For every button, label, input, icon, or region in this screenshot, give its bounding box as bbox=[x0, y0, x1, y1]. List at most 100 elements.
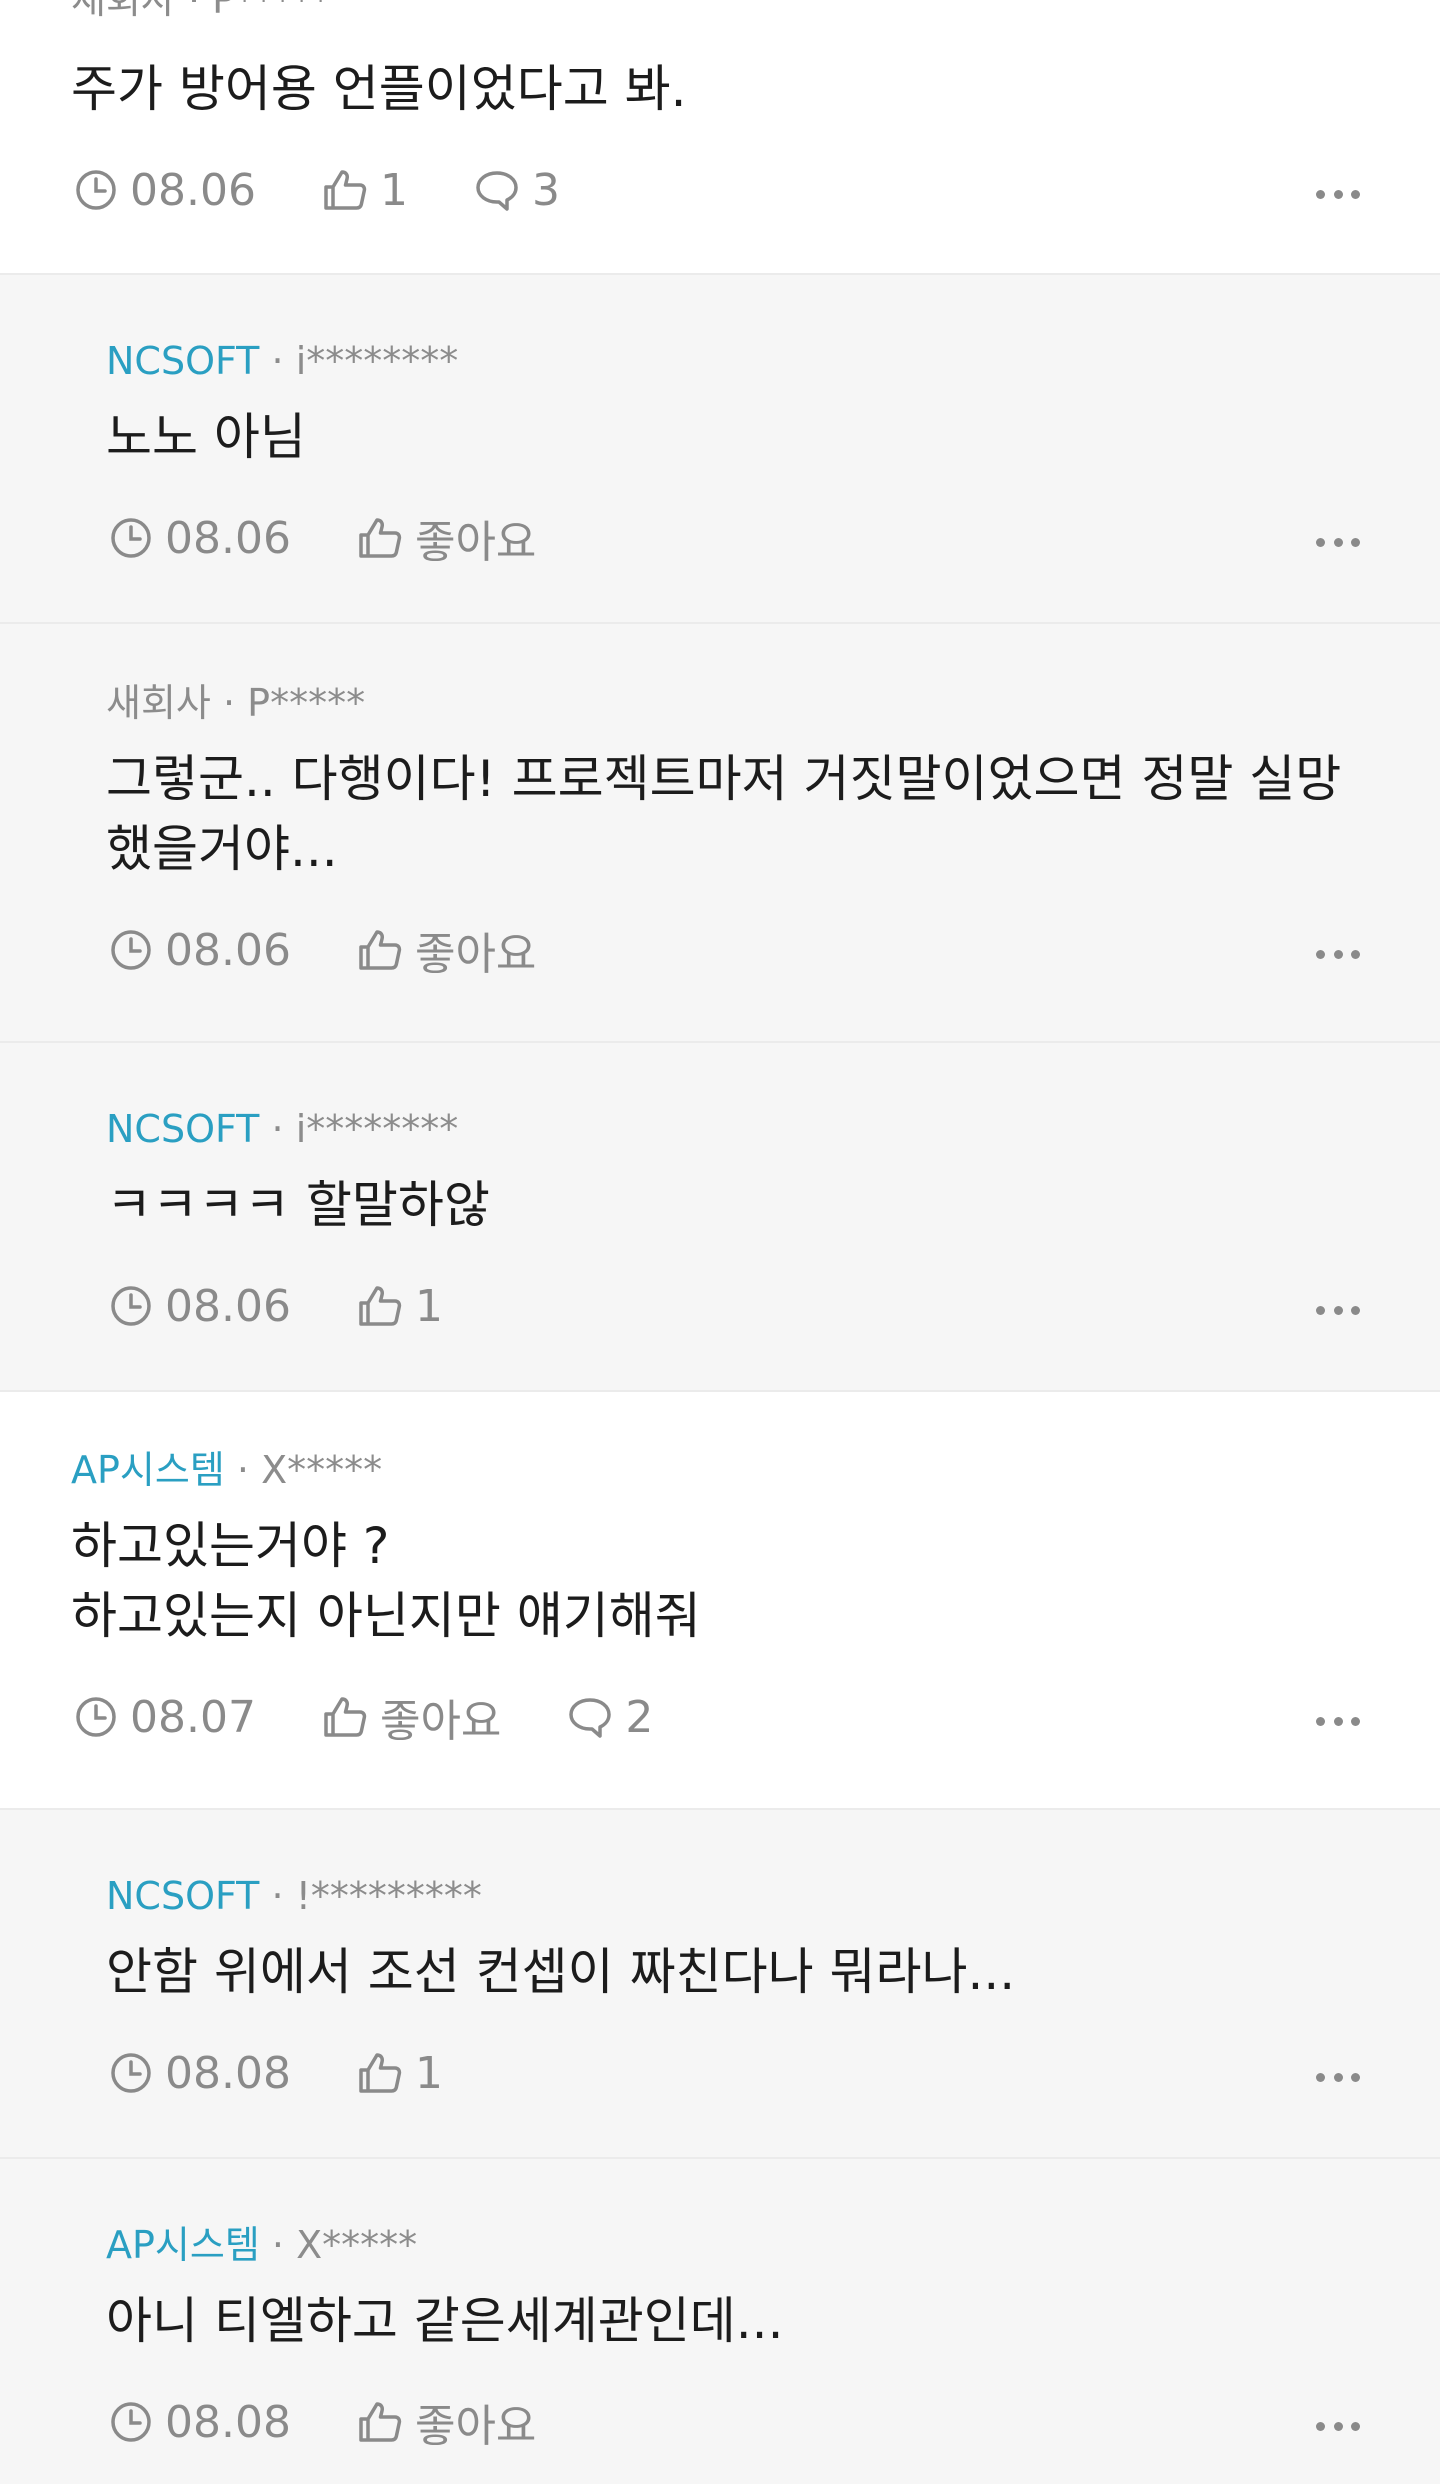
thumbs-up-icon bbox=[359, 518, 402, 558]
username: i******** bbox=[295, 1107, 459, 1151]
company-name[interactable]: NCSOFT bbox=[106, 1874, 259, 1918]
comment-actions: 08.06 좋아요 bbox=[109, 920, 602, 980]
reply-item[interactable]: NCSOFT · i******** 노노 아님 08.06 좋아요 bbox=[0, 275, 1440, 624]
thumbs-up-icon bbox=[324, 1697, 367, 1737]
clock-icon bbox=[76, 1697, 116, 1737]
date-info: 08.06 bbox=[74, 165, 256, 216]
like-button[interactable]: 1 bbox=[322, 165, 408, 216]
clock-icon bbox=[111, 2053, 151, 2093]
date-info: 08.06 bbox=[109, 513, 291, 564]
more-options-icon[interactable] bbox=[1316, 1713, 1360, 1729]
comment-text: 그렇군.. 다행이다! 프로젝트마저 거짓말이었으면 정말 실망했을거야... bbox=[106, 750, 1342, 878]
more-options-icon[interactable] bbox=[1316, 186, 1360, 202]
thumbs-up-icon bbox=[359, 2053, 402, 2093]
clock-icon bbox=[111, 2402, 151, 2442]
like-button[interactable]: 좋아요 bbox=[357, 506, 536, 570]
like-button[interactable]: 좋아요 bbox=[357, 2390, 536, 2454]
reply-button[interactable]: 3 bbox=[474, 165, 560, 216]
comment-list: 새회사 · P***** 주가 방어용 언플이었다고 봐. 08.06 1 3 … bbox=[0, 0, 1440, 2484]
reply-item[interactable]: NCSOFT · i******** ㅋㅋㅋㅋ 할말하않 08.06 1 bbox=[0, 1043, 1440, 1392]
comment-item[interactable]: AP시스템 · X***** 하고있는거야 ? 하고있는지 아닌지만 얘기해줘 … bbox=[0, 1392, 1440, 1810]
meta-separator: · bbox=[187, 0, 201, 22]
comment-meta: NCSOFT · i******** bbox=[106, 1107, 458, 1151]
comment-item[interactable]: 새회사 · P***** 주가 방어용 언플이었다고 봐. 08.06 1 3 bbox=[0, 0, 1440, 275]
username: P***** bbox=[247, 681, 366, 725]
speech-bubble-icon bbox=[569, 1698, 612, 1738]
date-info: 08.08 bbox=[109, 2397, 291, 2448]
like-count: 좋아요 bbox=[379, 1696, 502, 1747]
reply-item[interactable]: NCSOFT · !********* 안함 위에서 조선 컨셉이 짜친다나 뭐… bbox=[0, 1810, 1440, 2159]
comment-date: 08.06 bbox=[165, 1280, 291, 1332]
meta-separator: · bbox=[271, 1874, 284, 1918]
comment-text: 하고있는거야 ? 하고있는지 아닌지만 얘기해줘 bbox=[71, 1517, 701, 1645]
company-name[interactable]: 새회사 bbox=[106, 681, 211, 725]
thumbs-up-icon bbox=[359, 2402, 402, 2442]
username: X***** bbox=[261, 1448, 383, 1492]
company-name[interactable]: NCSOFT bbox=[106, 1107, 259, 1151]
more-options-icon[interactable] bbox=[1316, 2069, 1360, 2085]
company-name[interactable]: 새회사 bbox=[71, 0, 176, 22]
comment-actions: 08.08 1 bbox=[109, 2043, 509, 2103]
company-name[interactable]: NCSOFT bbox=[106, 339, 259, 383]
like-button[interactable]: 1 bbox=[357, 1281, 443, 1332]
more-options-icon[interactable] bbox=[1316, 946, 1360, 962]
date-info: 08.06 bbox=[109, 1281, 291, 1332]
comment-date: 08.07 bbox=[130, 1691, 256, 1743]
reply-count: 2 bbox=[625, 1691, 654, 1743]
comment-meta: AP시스템 · X***** bbox=[71, 1448, 382, 1492]
comment-date: 08.06 bbox=[165, 924, 291, 976]
username: i******** bbox=[295, 339, 459, 383]
reply-item[interactable]: 새회사 · P***** 그렇군.. 다행이다! 프로젝트마저 거짓말이었으면 … bbox=[0, 624, 1440, 1043]
clock-icon bbox=[111, 518, 151, 558]
comment-text: 노노 아님 bbox=[106, 408, 306, 466]
comment-meta: NCSOFT · i******** bbox=[106, 339, 458, 383]
clock-icon bbox=[111, 930, 151, 970]
comment-meta: AP시스템 · X***** bbox=[106, 2223, 417, 2267]
meta-separator: · bbox=[271, 339, 284, 383]
comment-text: ㅋㅋㅋㅋ 할말하않 bbox=[106, 1176, 490, 1234]
like-button[interactable]: 1 bbox=[357, 2048, 443, 2099]
comment-text: 아니 티엘하고 같은세계관인데... bbox=[106, 2292, 784, 2350]
meta-separator: · bbox=[222, 681, 236, 725]
date-info: 08.08 bbox=[109, 2048, 291, 2099]
more-options-icon[interactable] bbox=[1316, 1302, 1360, 1318]
clock-icon bbox=[111, 1286, 151, 1326]
like-count: 1 bbox=[379, 164, 408, 216]
comment-actions: 08.06 1 3 bbox=[74, 160, 626, 220]
comment-meta: 새회사 · P***** bbox=[106, 681, 365, 725]
comment-actions: 08.06 좋아요 bbox=[109, 508, 602, 568]
comment-actions: 08.06 1 bbox=[109, 1276, 509, 1336]
comment-actions: 08.08 좋아요 bbox=[109, 2392, 602, 2452]
clock-icon bbox=[76, 170, 116, 210]
like-button[interactable]: 좋아요 bbox=[357, 918, 536, 982]
comment-date: 08.08 bbox=[165, 2396, 291, 2448]
more-options-icon[interactable] bbox=[1316, 2418, 1360, 2434]
like-count: 1 bbox=[414, 2047, 443, 2099]
company-name[interactable]: AP시스템 bbox=[71, 1448, 225, 1492]
thumbs-up-icon bbox=[359, 1286, 402, 1326]
reply-button[interactable]: 2 bbox=[567, 1692, 653, 1743]
date-info: 08.07 bbox=[74, 1692, 256, 1743]
date-info: 08.06 bbox=[109, 925, 291, 976]
like-count: 1 bbox=[414, 1280, 443, 1332]
meta-separator: · bbox=[271, 1107, 284, 1151]
comment-date: 08.06 bbox=[130, 164, 256, 216]
like-count: 좋아요 bbox=[414, 929, 537, 980]
company-name[interactable]: AP시스템 bbox=[106, 2223, 260, 2267]
more-options-icon[interactable] bbox=[1316, 534, 1360, 550]
meta-separator: · bbox=[236, 1448, 249, 1492]
reply-count: 3 bbox=[531, 164, 560, 216]
comment-text: 안함 위에서 조선 컨셉이 짜친다나 뭐라나... bbox=[106, 1943, 1016, 2001]
username: P***** bbox=[212, 0, 331, 22]
reply-item[interactable]: AP시스템 · X***** 아니 티엘하고 같은세계관인데... 08.08 … bbox=[0, 2159, 1440, 2484]
like-button[interactable]: 좋아요 bbox=[322, 1685, 501, 1749]
comment-text: 주가 방어용 언플이었다고 봐. bbox=[71, 60, 687, 118]
comment-meta: NCSOFT · !********* bbox=[106, 1874, 482, 1918]
username: !********* bbox=[295, 1874, 482, 1918]
speech-bubble-icon bbox=[476, 171, 518, 211]
like-count: 좋아요 bbox=[414, 517, 537, 568]
thumbs-up-icon bbox=[359, 930, 402, 970]
username: X***** bbox=[296, 2223, 418, 2267]
meta-separator: · bbox=[271, 2223, 284, 2267]
like-count: 좋아요 bbox=[414, 2401, 537, 2452]
